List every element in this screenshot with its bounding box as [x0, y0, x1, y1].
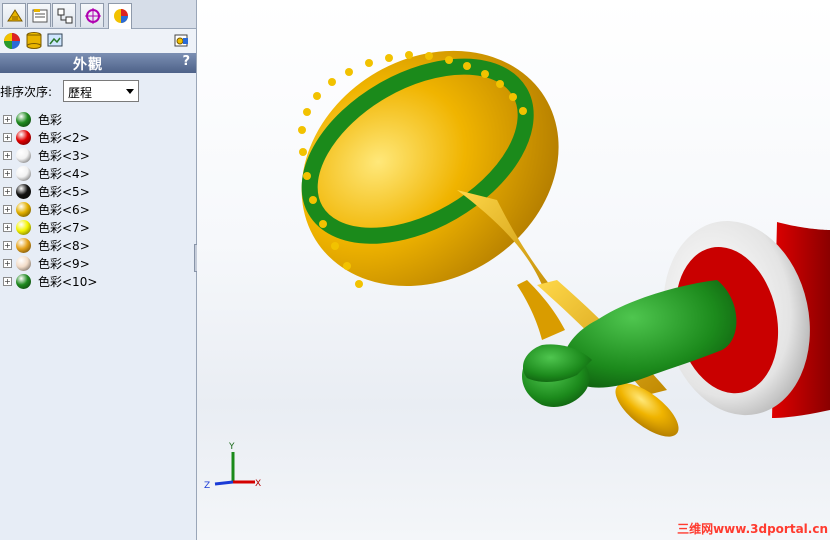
tab-property-manager[interactable] — [27, 3, 51, 27]
graphics-viewport[interactable]: Y X Z 三维网www.3dportal.cn — [197, 0, 830, 540]
appearance-button[interactable] — [2, 31, 22, 51]
sort-order-value: 歷程 — [68, 86, 93, 100]
bell-model-render — [298, 50, 830, 437]
options-button[interactable] — [172, 31, 192, 51]
color-swatch-icon — [16, 112, 31, 127]
expand-icon[interactable]: + — [3, 133, 12, 142]
appearance-manager-icon — [114, 9, 128, 23]
dimxpert-icon — [85, 8, 101, 24]
tree-item-label: 色彩<6> — [38, 203, 90, 217]
configuration-manager-icon — [57, 8, 73, 24]
expand-icon[interactable]: + — [3, 259, 12, 268]
appearance-toolbar — [0, 29, 196, 53]
expand-icon[interactable]: + — [3, 169, 12, 178]
scene-button[interactable] — [46, 31, 66, 51]
tree-item-label: 色彩 — [38, 113, 63, 127]
axis-z-label: Z — [204, 481, 210, 491]
decal-stack-button[interactable] — [24, 31, 44, 51]
help-button[interactable]: ? — [182, 54, 190, 69]
tree-item[interactable]: + 色彩<10> — [0, 272, 196, 290]
axis-y-label: Y — [228, 442, 235, 452]
tree-item[interactable]: + 色彩<9> — [0, 254, 196, 272]
expand-icon[interactable]: + — [3, 205, 12, 214]
tree-item[interactable]: + 色彩<7> — [0, 218, 196, 236]
expand-icon[interactable]: + — [3, 187, 12, 196]
tree-item-label: 色彩<5> — [38, 185, 90, 199]
sort-order-select[interactable]: 歷程 — [63, 80, 139, 102]
watermark: 三维网www.3dportal.cn — [677, 522, 828, 536]
tree-item[interactable]: + 色彩 — [0, 110, 196, 128]
tree-item-label: 色彩<10> — [38, 275, 98, 289]
tree-item-label: 色彩<8> — [38, 239, 90, 253]
color-swatch-icon — [16, 202, 31, 217]
color-swatch-icon — [16, 184, 31, 199]
color-swatch-icon — [16, 256, 31, 271]
tab-feature-manager[interactable] — [2, 3, 26, 27]
chevron-down-icon — [126, 89, 134, 94]
appearance-manager-panel: 外觀 ? 排序次序: 歷程 + 色彩 + 色彩<2> + 色彩<3> + 色彩<4> +… — [0, 0, 197, 540]
tree-item-label: 色彩<4> — [38, 167, 90, 181]
tree-item-label: 色彩<2> — [38, 131, 90, 145]
tab-appearance-manager[interactable] — [108, 3, 132, 29]
tree-item[interactable]: + 色彩<8> — [0, 236, 196, 254]
tree-item-label: 色彩<3> — [38, 149, 90, 163]
color-swatch-icon — [16, 274, 31, 289]
panel-header: 外觀 ? — [0, 53, 196, 73]
tree-item-label: 色彩<7> — [38, 221, 90, 235]
tree-item-label: 色彩<9> — [38, 257, 90, 271]
appearance-tree: + 色彩 + 色彩<2> + 色彩<3> + 色彩<4> + 色彩<5> + 色彩<6> +… — [0, 110, 196, 290]
tree-item[interactable]: + 色彩<3> — [0, 146, 196, 164]
expand-icon[interactable]: + — [3, 115, 12, 124]
property-manager-icon — [32, 9, 48, 23]
axis-x-label: X — [255, 479, 261, 489]
color-swatch-icon — [16, 238, 31, 253]
manager-tab-bar — [0, 0, 196, 29]
color-swatch-icon — [16, 220, 31, 235]
scene-icon — [47, 33, 63, 47]
tab-configuration-manager[interactable] — [52, 3, 76, 27]
tree-item[interactable]: + 色彩<2> — [0, 128, 196, 146]
color-swatch-icon — [16, 148, 31, 163]
color-swatch-icon — [16, 130, 31, 145]
expand-icon[interactable]: + — [3, 223, 12, 232]
tab-dimxpert[interactable] — [80, 3, 104, 27]
options-icon — [174, 34, 188, 47]
tree-item[interactable]: + 色彩<6> — [0, 200, 196, 218]
axis-triad: Y X Z — [204, 442, 261, 491]
feature-manager-icon — [7, 9, 23, 22]
color-wheel-icon — [4, 33, 20, 49]
color-swatch-icon — [16, 166, 31, 181]
panel-title: 外觀 — [73, 57, 103, 73]
tree-item[interactable]: + 色彩<5> — [0, 182, 196, 200]
sort-order-label: 排序次序: — [0, 85, 53, 99]
expand-icon[interactable]: + — [3, 241, 12, 250]
expand-icon[interactable]: + — [3, 151, 12, 160]
tree-item[interactable]: + 色彩<4> — [0, 164, 196, 182]
expand-icon[interactable]: + — [3, 277, 12, 286]
database-icon — [26, 32, 42, 49]
